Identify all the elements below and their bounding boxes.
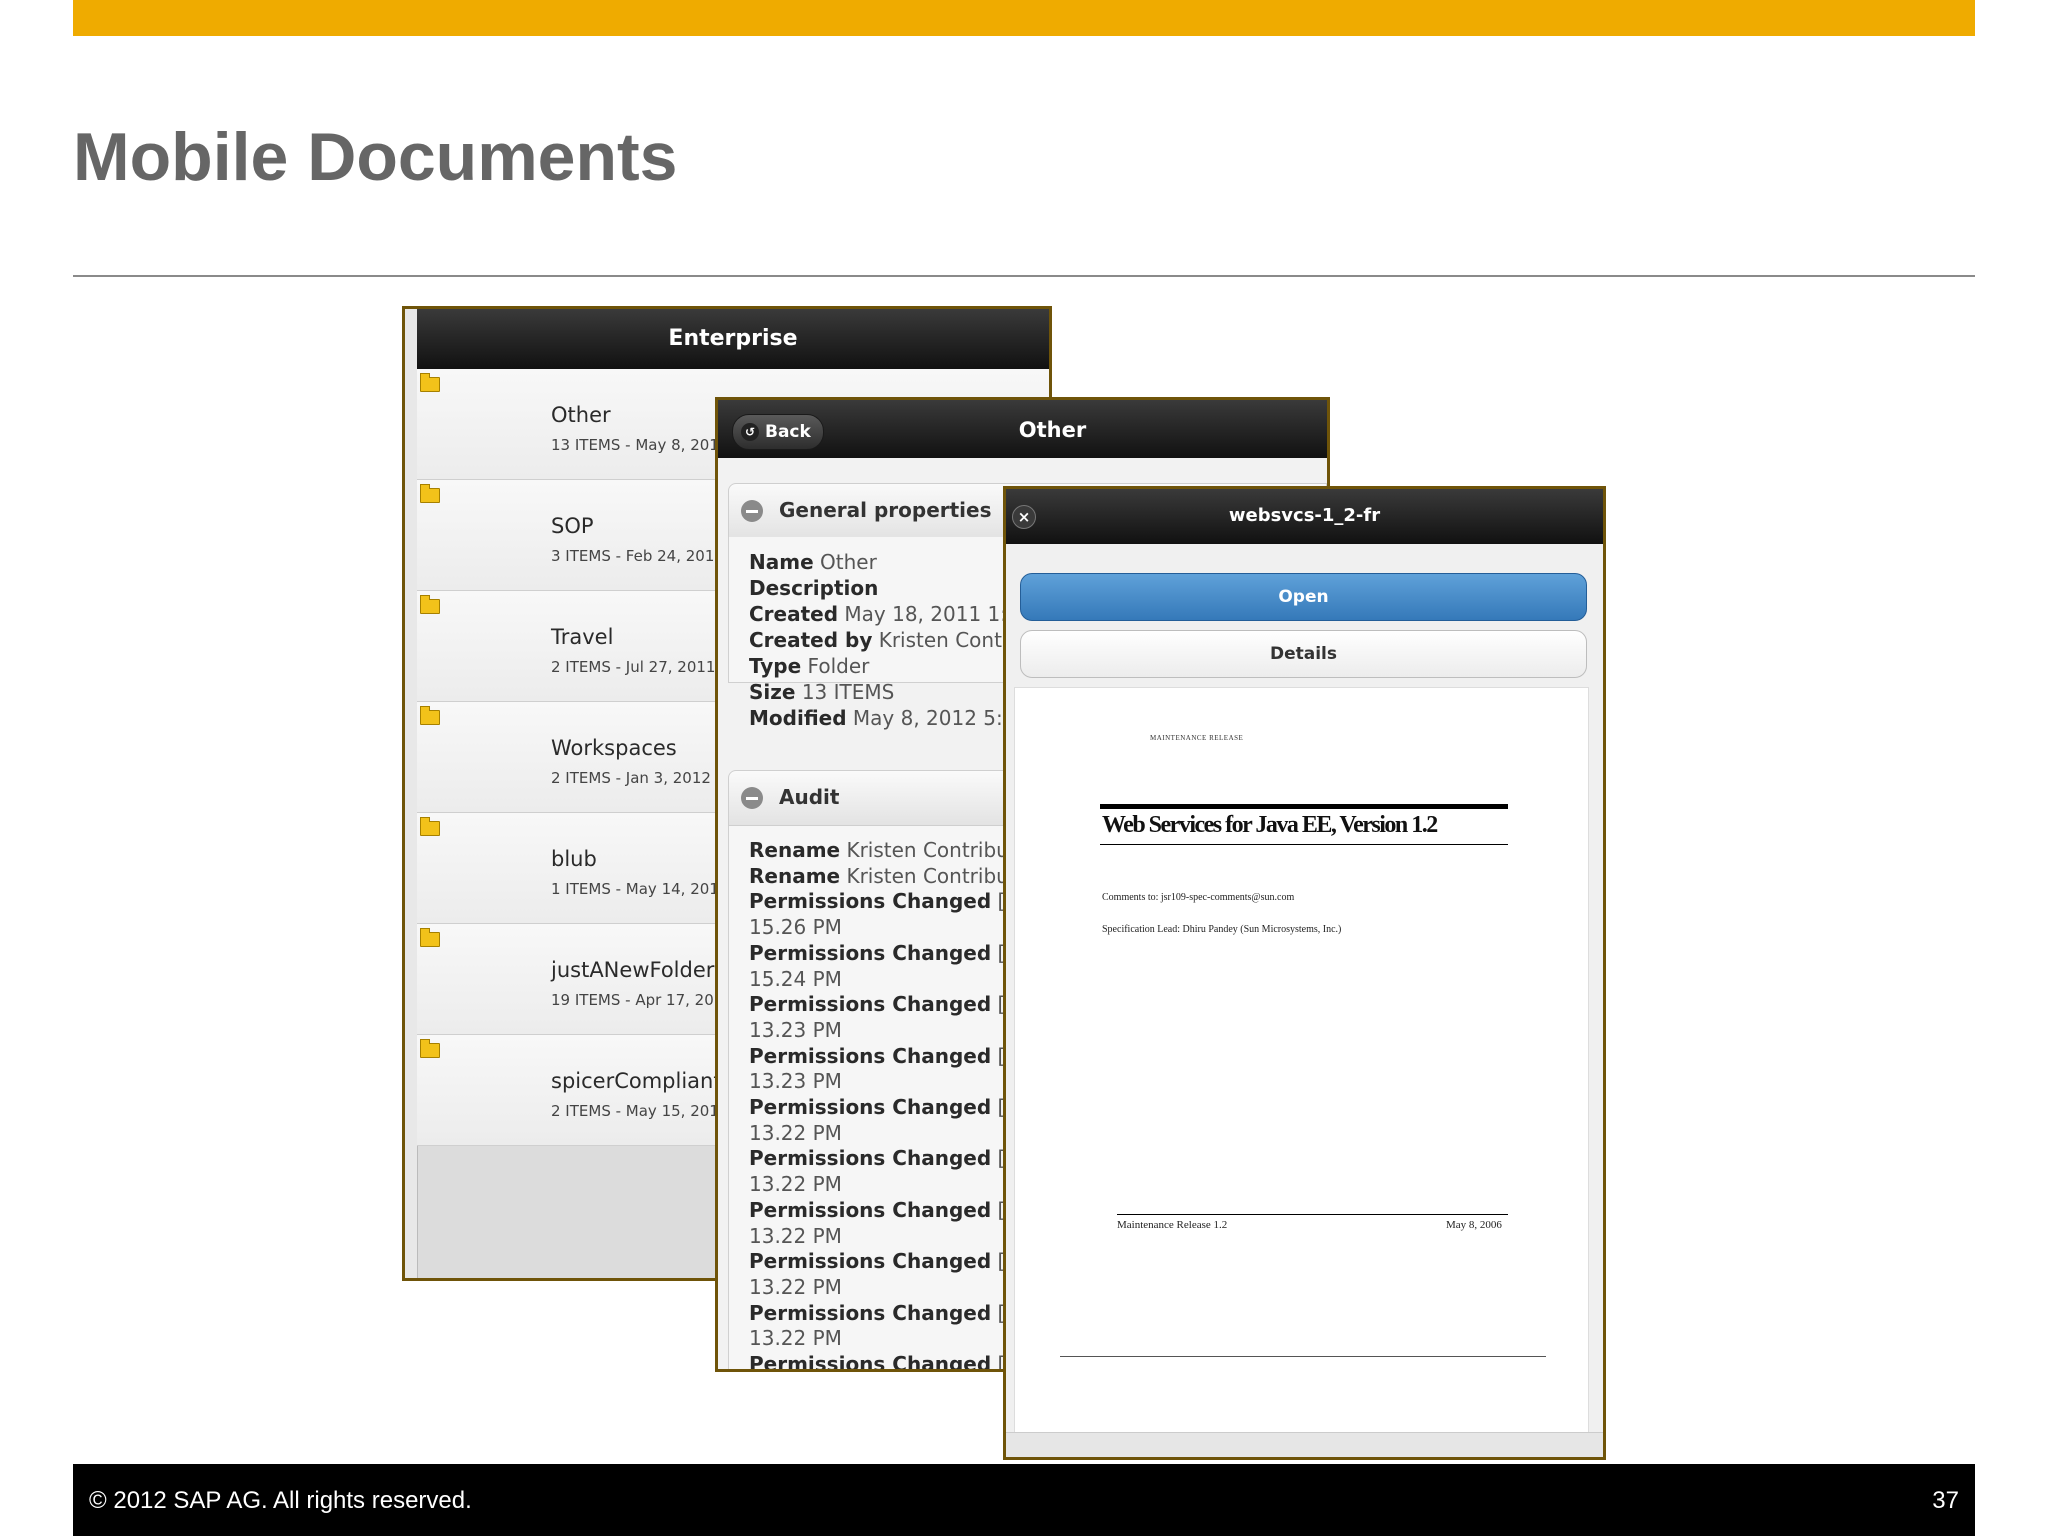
enterprise-header: Enterprise: [417, 309, 1049, 369]
preview-title-rule: [1100, 844, 1508, 845]
folder-name: Travel: [551, 625, 614, 649]
preview-spec-lead: Specification Lead: Dhiru Pandey (Sun Mi…: [1102, 924, 1342, 935]
slide-footer: © 2012 SAP AG. All rights reserved. 37: [73, 1464, 1975, 1536]
title-divider: [73, 275, 1975, 277]
folder-meta: 19 ITEMS - Apr 17, 2012: [551, 991, 733, 1009]
audit-detail: 15.26 PM: [749, 915, 842, 940]
property-label: Description: [749, 576, 879, 600]
folder-name: justANewFolder: [551, 958, 715, 982]
property-label: Type: [749, 654, 802, 678]
folder-icon: [420, 484, 440, 503]
details-button[interactable]: Details: [1020, 630, 1587, 678]
preview-footer-rule: [1117, 1214, 1508, 1215]
folder-name: spicerCompliant: [551, 1069, 722, 1093]
preview-release-heading: MAINTENANCE RELEASE: [1150, 734, 1244, 742]
preview-doc-title: Web Services for Java EE, Version 1.2: [1102, 812, 1438, 838]
folder-meta: 2 ITEMS - Jan 3, 2012 1: [551, 769, 726, 787]
folder-name: blub: [551, 847, 597, 871]
page-number: 37: [1932, 1487, 1959, 1514]
audit-detail: 13.23 PM: [749, 1017, 842, 1042]
document-title: websvcs-1_2-fr: [1228, 505, 1381, 526]
audit-detail: Kristen Contributo: [846, 863, 1029, 888]
audit-action: Rename: [749, 838, 841, 862]
folder-icon: [420, 373, 440, 392]
audit-detail: 13.22 PM: [749, 1223, 842, 1248]
audit-action: Permissions Changed: [749, 992, 992, 1017]
collapse-icon: [741, 787, 763, 809]
document-bottom-bar: [1006, 1432, 1603, 1457]
collapse-icon: [741, 500, 763, 522]
property-value: 13 ITEMS: [801, 680, 895, 704]
other-header: ↺ Back Other: [718, 400, 1327, 458]
document-screen: × websvcs-1_2-fr Open Details MAINTENANC…: [1003, 486, 1606, 1460]
audit-detail: 13.22 PM: [749, 1172, 842, 1197]
folder-icon: [420, 1039, 440, 1058]
folder-meta: 1 ITEMS - May 14, 2012: [551, 880, 729, 898]
other-title: Other: [1018, 418, 1087, 442]
audit-detail: 13.22 PM: [749, 1274, 842, 1299]
preview-footer-right: May 8, 2006: [1446, 1219, 1502, 1231]
audit-action: Rename: [749, 863, 841, 888]
audit-detail: 13.23 PM: [749, 1069, 842, 1094]
audit-action: Permissions Changed: [749, 889, 992, 914]
folder-name: Other: [551, 403, 611, 427]
folder-icon: [420, 706, 440, 725]
folder-meta: 2 ITEMS - May 15, 2012: [551, 1102, 729, 1120]
folder-name: SOP: [551, 514, 594, 538]
property-label: Created: [749, 602, 839, 626]
audit-label: Audit: [779, 785, 840, 809]
property-label: Modified: [749, 706, 847, 730]
audit-action: Permissions Changed: [749, 1352, 992, 1372]
folder-meta: 2 ITEMS - Jul 27, 2011 2: [551, 658, 730, 676]
folder-icon: [420, 817, 440, 836]
audit-action: Permissions Changed: [749, 1043, 992, 1068]
audit-detail: Kristen Contributo: [846, 838, 1029, 862]
folder-name: Workspaces: [551, 736, 677, 760]
audit-action: Permissions Changed: [749, 1146, 992, 1171]
document-header: × websvcs-1_2-fr: [1006, 489, 1603, 544]
audit-detail: 15.24 PM: [749, 966, 842, 991]
preview-comments: Comments to: jsr109-spec-comments@sun.co…: [1102, 892, 1295, 903]
general-properties-label: General properties: [779, 498, 992, 522]
audit-action: Permissions Changed: [749, 1197, 992, 1222]
property-label: Size: [749, 680, 796, 704]
preview-top-rule: [1100, 804, 1508, 809]
audit-detail: 13.22 PM: [749, 1120, 842, 1145]
preview-footer-left: Maintenance Release 1.2: [1117, 1219, 1228, 1231]
open-button[interactable]: Open: [1020, 573, 1587, 621]
folder-meta: 3 ITEMS - Feb 24, 2012: [551, 547, 724, 565]
folder-icon: [420, 595, 440, 614]
audit-action: Permissions Changed: [749, 1249, 992, 1274]
property-label: Name: [749, 550, 814, 574]
audit-detail: 13.22 PM: [749, 1326, 842, 1351]
audit-action: Permissions Changed: [749, 1300, 992, 1325]
property-value: Folder: [807, 654, 870, 678]
preview-bottom-rule: [1060, 1356, 1546, 1357]
audit-action: Permissions Changed: [749, 940, 992, 965]
audit-action: Permissions Changed: [749, 1095, 992, 1120]
slide-title: Mobile Documents: [73, 119, 678, 195]
folder-meta: 13 ITEMS - May 8, 2012: [551, 436, 729, 454]
folder-icon: [420, 928, 440, 947]
top-accent-bar: [73, 0, 1975, 36]
document-preview[interactable]: MAINTENANCE RELEASE Web Services for Jav…: [1014, 687, 1589, 1433]
property-value: May 8, 2012 5:34: [852, 706, 1029, 730]
property-value: Other: [820, 550, 877, 574]
copyright-text: © 2012 SAP AG. All rights reserved.: [89, 1487, 472, 1514]
property-label: Created by: [749, 628, 873, 652]
